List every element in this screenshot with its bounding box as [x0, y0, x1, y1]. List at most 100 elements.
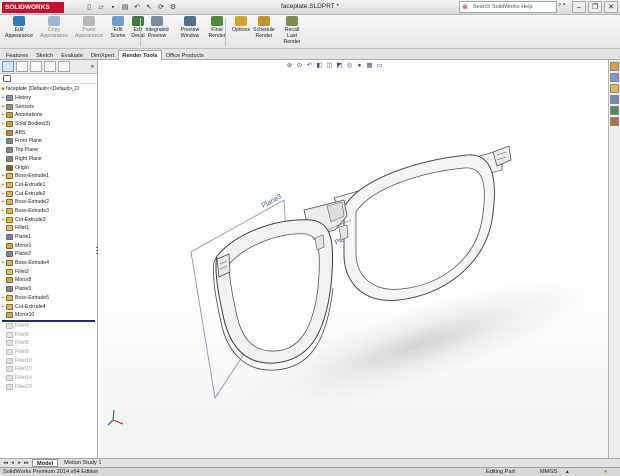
bottom-tab-model[interactable]: Model [32, 459, 59, 467]
design-library-icon[interactable] [610, 73, 619, 82]
tree-item[interactable]: + Boss-Extrude1 [0, 172, 97, 181]
tab-dimxpert[interactable]: DimXpert [87, 50, 118, 60]
ribbon-button-integrated-preview[interactable]: Integrated Preview [145, 16, 169, 48]
tree-item[interactable]: Mirror1 [0, 241, 97, 250]
custom-properties-icon[interactable] [610, 117, 619, 126]
next-tab-icon[interactable]: ▸ [16, 460, 23, 466]
ribbon-button-paste-appearance[interactable]: Paste Appearance [73, 16, 105, 48]
tree-item[interactable]: + Cut-Extrude3 [0, 215, 97, 224]
tree-item[interactable]: Front Plane [0, 137, 97, 146]
tree-item[interactable]: + Sensors [0, 102, 97, 111]
view-palette-icon[interactable] [610, 95, 619, 104]
plane-icon [6, 147, 13, 154]
fillet-icon [6, 366, 13, 373]
first-tab-icon[interactable]: ◂◂ [2, 460, 9, 466]
tree-filter[interactable] [0, 74, 97, 84]
model-tabs: ◂◂ ◂ ▸ ▸▸ Model Motion Study 1 [0, 458, 620, 467]
tree-item[interactable]: Plane2 [0, 250, 97, 259]
tree-item[interactable]: ABS [0, 128, 97, 137]
tree-item[interactable]: + Solid Bodies(3) [0, 120, 97, 129]
tree-item[interactable]: + Boss-Extrude3 [0, 207, 97, 216]
tree-item-label: Fillet10 [15, 357, 32, 364]
ribbon-button-recall-render[interactable]: Recall Last Render [280, 16, 304, 48]
tab-evaluate[interactable]: Evaluate [57, 50, 87, 60]
minimize-icon[interactable]: – [572, 1, 586, 13]
filter-icon [3, 75, 11, 82]
ribbon-button-copy-appearance[interactable]: Copy Appearance [38, 16, 70, 48]
units-arrow-icon[interactable]: ▴ [566, 468, 569, 476]
fillet-icon [6, 357, 13, 364]
ribbon-button-schedule-render[interactable]: Schedule Render [252, 16, 276, 48]
feature-manager-panel: » ◆ faceplate (Default<<Default>_D + Hist… [0, 60, 98, 458]
extrude-icon [6, 199, 13, 206]
tree-item[interactable]: + Cut-Extrude1 [0, 181, 97, 190]
solidworks-resources-icon[interactable] [610, 62, 619, 71]
dimxpert-tab-icon[interactable] [44, 61, 56, 72]
ribbon-button-appearance[interactable]: Edit Appearance [3, 16, 35, 48]
solid-bodies-icon [6, 121, 13, 128]
help-search-arrow-icon[interactable]: ⌕ ▾ [558, 2, 566, 9]
tree-item[interactable]: Fillet14 [0, 374, 97, 383]
restore-icon[interactable]: ❐ [588, 1, 602, 13]
tree-item[interactable]: Fillet4 [0, 322, 97, 331]
glasses-model[interactable]: Plane3 Plane1 [99, 60, 608, 458]
tree-item[interactable]: Top Plane [0, 146, 97, 155]
extrude-icon [6, 207, 13, 214]
feature-manager-tabs: » [0, 60, 97, 74]
appearance-icon [13, 16, 25, 26]
cut-extrude-icon [6, 216, 13, 223]
last-tab-icon[interactable]: ▸▸ [23, 460, 30, 466]
graphics-area[interactable]: ⊕ ⊙ ↶ ◧ ◫ ◩ ◎ ● ▦ ▭ Plane3 Plane1 [99, 60, 608, 458]
material-icon [6, 129, 13, 136]
tab-sketch[interactable]: Sketch [32, 50, 57, 60]
tree-item[interactable]: + History [0, 94, 97, 103]
feature-tree-tab-icon[interactable] [2, 61, 14, 72]
tree-item-label: Fillet4 [15, 322, 29, 329]
ribbon-button-preview-window[interactable]: Preview Window [178, 16, 202, 48]
history-icon [6, 95, 13, 102]
rebuild-status-icon[interactable]: ● [604, 468, 607, 476]
tree-item[interactable]: Mirror10 [0, 311, 97, 320]
tree-item[interactable]: + Annotations [0, 111, 97, 120]
tab-render-tools[interactable]: Render Tools [118, 50, 162, 60]
tree-root[interactable]: ◆ faceplate (Default<<Default>_D [0, 85, 97, 94]
close-icon[interactable]: ✕ [604, 1, 618, 13]
tree-item[interactable]: Origin [0, 163, 97, 172]
property-manager-tab-icon[interactable] [16, 61, 28, 72]
tree-item[interactable]: Fillet8 [0, 339, 97, 348]
tree-item[interactable]: + Boss-Extrude5 [0, 294, 97, 303]
more-tabs-icon[interactable]: » [91, 64, 94, 70]
tree-item[interactable]: Fillet1 [0, 224, 97, 233]
tree-item[interactable]: Plane3 [0, 285, 97, 294]
tree-item[interactable]: Fillet2 [0, 267, 97, 276]
tree-item[interactable]: Fillet5 [0, 330, 97, 339]
ribbon-separator [225, 18, 226, 46]
tree-item[interactable]: Right Plane [0, 155, 97, 164]
tree-item[interactable]: + Boss-Extrude4 [0, 259, 97, 268]
prev-tab-icon[interactable]: ◂ [9, 460, 16, 466]
tree-item[interactable]: + Boss-Extrude2 [0, 198, 97, 207]
help-search-input[interactable]: ⊛ Search SolidWorks Help [459, 1, 557, 13]
display-manager-tab-icon[interactable] [58, 61, 70, 72]
tree-item-label: Fillet8 [15, 340, 29, 347]
tree-item[interactable]: + Cut-Extrude2 [0, 189, 97, 198]
tree-item[interactable]: Fillet13 [0, 365, 97, 374]
file-explorer-icon[interactable] [610, 84, 619, 93]
plane-icon [6, 286, 13, 293]
ribbon-button-options[interactable]: Options [229, 16, 253, 48]
tree-item[interactable]: + Cut-Extrude4 [0, 302, 97, 311]
tab-office-products[interactable]: Office Products [162, 50, 208, 60]
tree-item[interactable]: Fillet23 [0, 382, 97, 391]
feature-tree: ◆ faceplate (Default<<Default>_D + Histor… [0, 84, 97, 391]
tree-item[interactable]: Mirror8 [0, 276, 97, 285]
tree-item[interactable]: Fillet10 [0, 356, 97, 365]
appearances-scenes-icon[interactable] [610, 106, 619, 115]
bottom-tab-motion-study-1[interactable]: Motion Study 1 [60, 459, 105, 467]
status-units[interactable]: MMGS [540, 468, 557, 476]
tab-features[interactable]: Features [2, 50, 32, 60]
tree-item[interactable]: Plane1 [0, 233, 97, 242]
annotations-icon [6, 112, 13, 119]
tree-item[interactable]: Fillet9 [0, 348, 97, 357]
tree-item-label: Cut-Extrude3 [15, 216, 46, 223]
configuration-manager-tab-icon[interactable] [30, 61, 42, 72]
